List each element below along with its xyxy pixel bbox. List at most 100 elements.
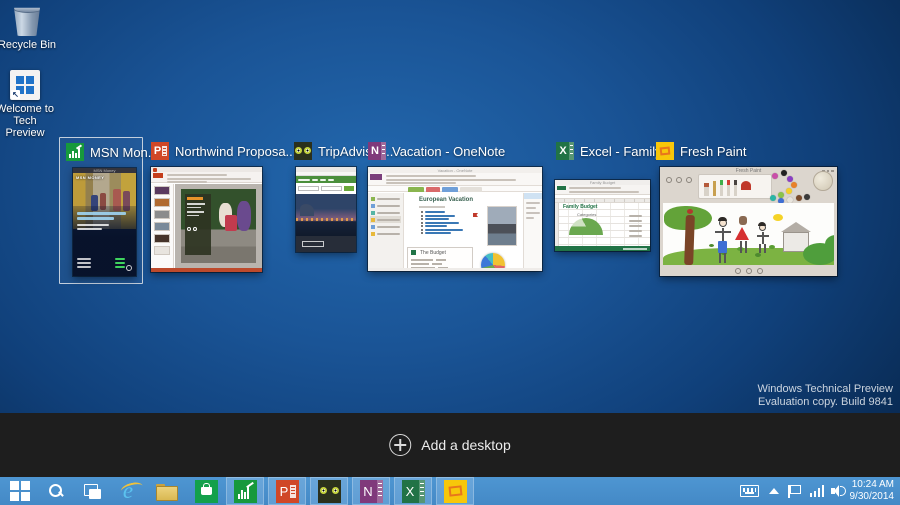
window-thumbnail-msn-money[interactable]: MSN Money MSN MONEY (73, 168, 136, 276)
window-thumbnail-excel[interactable]: Family Budget Family Budget Categories (555, 180, 650, 251)
photo-figure (225, 215, 237, 231)
taskbar-app-excel[interactable]: X (394, 477, 432, 505)
photo-figure (237, 201, 251, 231)
flag-icon (788, 484, 801, 498)
kid-body (762, 232, 764, 244)
onenote-scrollbar (368, 268, 542, 271)
fan-brush-icon (740, 181, 751, 190)
onenote-date-line (419, 206, 445, 208)
network-button[interactable] (806, 477, 828, 505)
girl-leg (740, 241, 742, 253)
welcome-label: Welcome to Tech Preview (0, 103, 54, 139)
show-hidden-icons-button[interactable] (764, 477, 784, 505)
task-view-icon (83, 483, 101, 499)
drawing-boy-pants (718, 241, 727, 253)
task-view-button[interactable] (76, 477, 108, 505)
tripadvisor-header (296, 176, 356, 183)
window-thumbnail-onenote[interactable]: Vacation - OneNote European Vacation The… (368, 167, 542, 271)
desktop-icon-welcome-to-tech-preview[interactable]: ↖ Welcome to Tech Preview (0, 70, 55, 139)
taskbar-clock[interactable]: 10:24 AM 9/30/2014 (850, 477, 895, 505)
paint-dab (786, 188, 792, 194)
add-desktop-button[interactable]: Add a desktop (389, 434, 511, 456)
girl-leg (745, 241, 747, 253)
slide-glyph (162, 146, 167, 156)
row-headers (555, 203, 559, 246)
window-title-row[interactable]: MSN Mon... (66, 142, 159, 162)
onenote-notebook-nav (368, 193, 404, 268)
freshpaint-toolbar (698, 174, 772, 199)
mini-ribbon (368, 173, 542, 186)
task-view-card-tripadvisor[interactable]: TripAdvisor... (292, 137, 393, 254)
brush-green-icon (719, 180, 723, 196)
tree-apple (687, 209, 693, 214)
watermark-line2: Evaluation copy. Build 9841 (758, 396, 893, 408)
brush-dark-icon (733, 180, 737, 196)
powerpoint-icon: P (275, 479, 299, 503)
paint-dab (787, 176, 793, 182)
search-icon (48, 483, 64, 499)
onenote-page-title: European Vacation (419, 197, 474, 203)
task-view-card-powerpoint[interactable]: P Northwind Proposa... (149, 137, 296, 273)
chevron-up-icon (769, 488, 779, 494)
file-explorer-button[interactable] (148, 477, 184, 505)
task-view-card-excel[interactable]: X Excel - Family... Family Budget Family… (554, 137, 672, 252)
windows-start-icon (10, 481, 30, 501)
grass-dab (755, 253, 761, 257)
window-thumbnail-fresh-paint[interactable]: Fresh Paint (660, 167, 837, 276)
window-title: Vacation - OneNote (392, 143, 506, 159)
task-view-card-msn-money[interactable]: MSN Mon... MSN Money MSN MONEY (59, 137, 159, 284)
window-thumbnail-powerpoint[interactable] (151, 167, 262, 272)
plus-circle-icon (389, 434, 412, 456)
onenote-page: European Vacation The Budget (405, 193, 522, 271)
paint-dab (791, 182, 797, 188)
action-center-button[interactable] (784, 477, 804, 505)
msn-money-icon (66, 143, 84, 161)
onenote-icon: N (368, 142, 386, 160)
paint-tube-icon (704, 183, 709, 196)
spreadsheet-glyph (569, 142, 574, 160)
slide-text-panel (185, 194, 211, 255)
desktop-icon-recycle-bin[interactable]: Recycle Bin (0, 6, 57, 51)
window-title: Fresh Paint (680, 143, 747, 159)
onenote-icon: N (359, 479, 383, 503)
powerpoint-icon: P (151, 142, 169, 160)
taskbar-app-tripadvisor[interactable] (310, 477, 348, 505)
store-button[interactable] (190, 477, 222, 505)
start-button[interactable] (4, 477, 36, 505)
taskbar-app-fresh-paint[interactable] (436, 477, 474, 505)
task-view-bottom-strip: Add a desktop (0, 413, 900, 477)
welcome-shortcut-icon: ↖ (10, 70, 40, 100)
drawing-house-roof (781, 222, 811, 232)
tripadvisor-icon (294, 142, 312, 160)
window-title: Northwind Proposa... (175, 143, 297, 159)
drawing-tree-trunk (684, 214, 695, 265)
taskbar-app-powerpoint[interactable]: P (268, 477, 306, 505)
window-title-row[interactable]: N Vacation - OneNote (368, 141, 505, 161)
sheet-title: Family Budget (563, 204, 598, 210)
freshpaint-canvas[interactable] (663, 203, 834, 265)
search-button[interactable] (40, 477, 72, 505)
excel-icon: X (401, 479, 425, 503)
kid-arms (757, 235, 769, 237)
volume-button[interactable] (828, 477, 850, 505)
drawing-girl-dress (735, 227, 749, 240)
ppt-status-bar (151, 268, 262, 272)
window-title-row[interactable]: P Northwind Proposa... (151, 141, 296, 161)
internet-explorer-button[interactable]: e (110, 477, 146, 505)
msn-money-icon (233, 479, 257, 503)
msn-stock-ticker (77, 258, 125, 270)
onenote-flag-tag (473, 213, 478, 217)
values-column (629, 215, 642, 240)
store-icon (194, 479, 218, 503)
clock-time: 10:24 AM (851, 479, 894, 490)
taskbar-app-msn-money[interactable] (226, 477, 264, 505)
window-thumbnail-tripadvisor[interactable] (296, 167, 356, 252)
paint-dab (804, 194, 810, 200)
chart-bars-glyph (69, 148, 80, 158)
taskbar-app-onenote[interactable]: N (352, 477, 390, 505)
paint-dab (770, 195, 776, 201)
touch-keyboard-button[interactable] (736, 477, 762, 505)
task-view-card-onenote[interactable]: N Vacation - OneNote Vacation - OneNote (366, 137, 544, 272)
task-view-card-fresh-paint[interactable]: Fresh Paint Fresh Paint (654, 137, 840, 277)
window-title-row[interactable]: Fresh Paint (656, 141, 746, 161)
